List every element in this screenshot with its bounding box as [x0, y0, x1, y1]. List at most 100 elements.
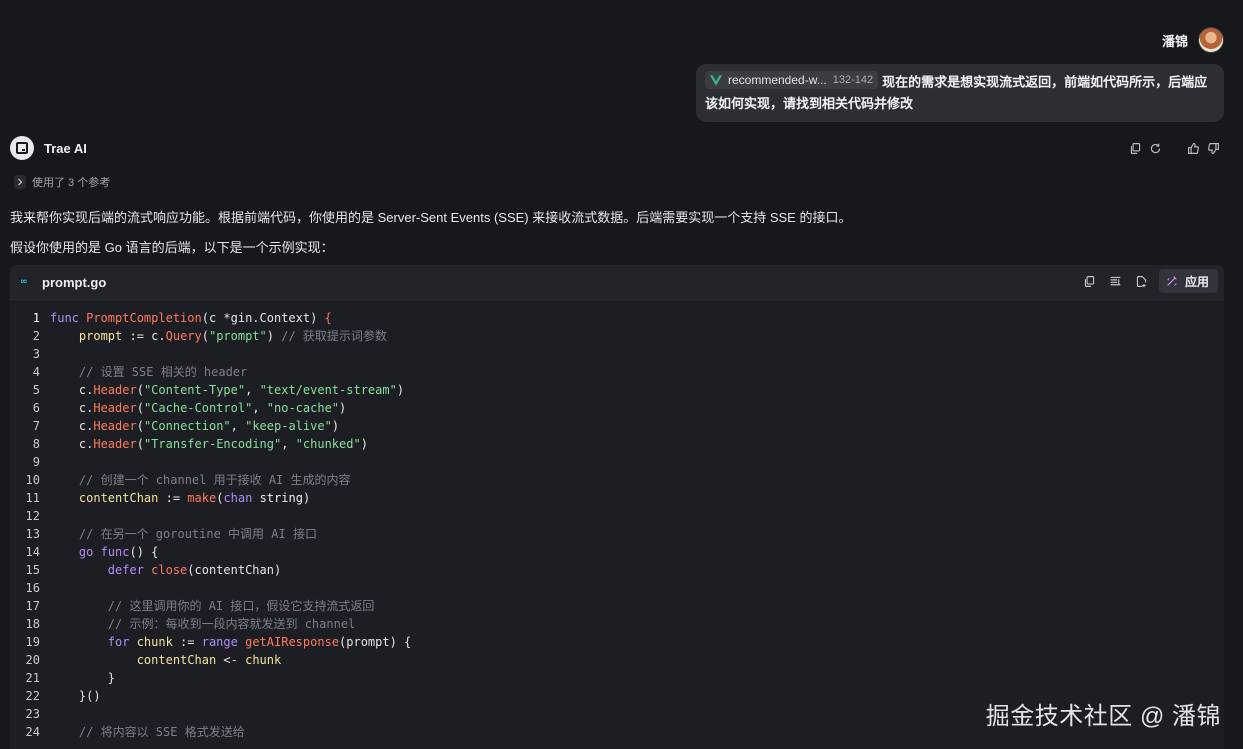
code-token: ) [396, 383, 405, 397]
code-token: Header [93, 383, 137, 397]
code-token: := c. [122, 329, 166, 343]
line-number: 3 [32, 347, 40, 361]
line-number: 4 [32, 365, 40, 379]
references-label: 使用了 3 个参考 [32, 177, 111, 189]
thumbs-down-icon[interactable] [1203, 140, 1223, 156]
references-toggle[interactable]: 使用了 3 个参考 [14, 174, 110, 190]
code-token: range [201, 635, 246, 649]
code-token: , [281, 437, 296, 451]
assistant-paragraph: 我来帮你实现后端的流式响应功能。根据前端代码，你使用的是 Server-Sent… [10, 210, 852, 225]
code-line: 17 // 这里调用你的 AI 接口，假设它支持流式返回 [10, 597, 1224, 615]
code-token: func [50, 311, 87, 325]
line-number: 13 [25, 527, 40, 541]
code-token: chunk [136, 635, 173, 649]
code-token: c. [50, 401, 94, 415]
code-line: 5 c.Header("Content-Type", "text/event-s… [10, 381, 1224, 399]
code-token: , [252, 401, 267, 415]
trae-logo-icon [10, 136, 34, 160]
apply-icon [1167, 276, 1177, 286]
code-token: PromptCompletion [86, 311, 202, 325]
line-number: 1 [32, 311, 40, 325]
assistant-name: Trae AI [44, 140, 87, 156]
copy-icon[interactable] [1125, 140, 1145, 156]
go-icon: ∞ [20, 277, 28, 287]
file-reference-label: recommended-w... [728, 73, 827, 87]
new-file-icon[interactable] [1133, 272, 1151, 290]
assistant-header: Trae AI [10, 136, 87, 160]
line-number: 20 [25, 653, 40, 667]
code-token: := [172, 635, 202, 649]
file-reference-chip[interactable]: recommended-w... 132-142 [705, 71, 879, 89]
line-number: 23 [25, 707, 40, 721]
code-text: } [50, 669, 115, 687]
code-token: // 创建一个 channel 用于接收 AI 生成的内容 [78, 473, 351, 487]
code-token: ( [136, 437, 144, 451]
code-text: // 这里调用你的 AI 接口，假设它支持流式返回 [50, 597, 375, 615]
code-token: Header [93, 437, 137, 451]
code-token: ) [266, 329, 282, 343]
code-token: getAIResponse [245, 635, 340, 649]
code-text: }() [50, 687, 101, 705]
apply-label: 应用 [1184, 274, 1209, 289]
code-line: 1 func PromptCompletion(c *gin.Context) { [10, 309, 1224, 327]
insert-code-icon[interactable] [1107, 272, 1125, 290]
code-token: Header [93, 419, 137, 433]
chevron-right-icon [14, 175, 26, 189]
line-number: 24 [25, 725, 40, 739]
user-header: 潘锦 [1162, 27, 1224, 53]
code-line: 15 defer close(contentChan) [10, 561, 1224, 579]
line-number: 5 [32, 383, 40, 397]
code-token: defer [107, 563, 152, 577]
code-token: Query [165, 329, 202, 343]
code-token: prompt [78, 329, 123, 343]
code-line: 7 c.Header("Connection", "keep-alive") [10, 417, 1224, 435]
code-text: // 在另一个 goroutine 中调用 AI 接口 [50, 525, 317, 543]
copy-code-icon[interactable] [1081, 272, 1099, 290]
code-line: 3 [10, 345, 1224, 363]
code-editor[interactable]: 1 func PromptCompletion(c *gin.Context) {… [10, 300, 1224, 741]
code-line: 14 go func() { [10, 543, 1224, 561]
line-number: 18 [25, 617, 40, 631]
assistant-paragraph: 假设你使用的是 Go 语言的后端，以下是一个示例实现： [10, 240, 334, 255]
code-token: "prompt" [208, 329, 267, 343]
code-text: c.Header("Connection", "keep-alive") [50, 417, 339, 435]
code-token: <- [216, 653, 246, 667]
code-block-header: ∞ prompt.go 应用 [10, 265, 1224, 300]
code-text: c.Header("Content-Type", "text/event-str… [50, 381, 404, 399]
code-token: chunk [245, 653, 282, 667]
line-number: 6 [32, 401, 40, 415]
code-file-name[interactable]: prompt.go [42, 275, 106, 290]
chat-panel: 潘锦 recommended-w... 132-142 现在的需求是想实现流式返… [0, 0, 1243, 749]
code-token: make [187, 491, 217, 505]
code-token: c. [50, 437, 94, 451]
code-line: 4 // 设置 SSE 相关的 header [10, 363, 1224, 381]
code-text: c.Header("Transfer-Encoding", "chunked") [50, 435, 368, 453]
line-number: 9 [32, 455, 40, 469]
line-number: 17 [25, 599, 40, 613]
code-token: "Connection" [143, 419, 231, 433]
code-token: ) [302, 491, 311, 505]
code-text: for chunk := range getAIResponse(prompt)… [50, 633, 411, 651]
code-token: (c *gin.Context) [201, 311, 325, 325]
line-number: 22 [25, 689, 40, 703]
code-line: 18 // 示例：每收到一段内容就发送到 channel [10, 615, 1224, 633]
code-text: c.Header("Cache-Control", "no-cache") [50, 399, 346, 417]
line-number: 14 [25, 545, 40, 559]
code-text: defer close(contentChan) [50, 561, 281, 579]
code-token: ( [201, 329, 209, 343]
code-token: close [151, 563, 188, 577]
code-token: c. [50, 383, 94, 397]
code-token: "chunked" [295, 437, 361, 451]
line-number: 16 [25, 581, 40, 595]
avatar[interactable] [1198, 27, 1224, 53]
regenerate-icon[interactable] [1145, 140, 1165, 156]
apply-button[interactable]: 应用 [1158, 269, 1218, 293]
thumbs-up-icon[interactable] [1183, 140, 1203, 156]
